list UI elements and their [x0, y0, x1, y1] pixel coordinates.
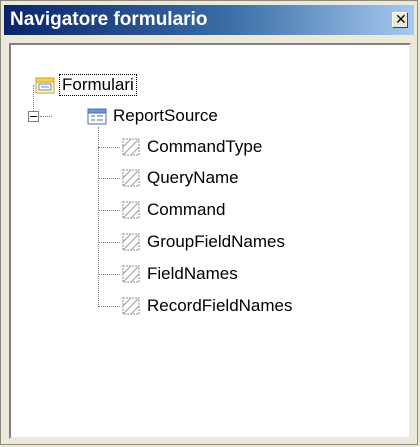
- tree-node-field[interactable]: FieldNames: [121, 260, 238, 288]
- tree-node-root[interactable]: Formulari: [35, 71, 137, 99]
- tree-connector: [40, 116, 52, 117]
- tree-node-field-label: GroupFieldNames: [147, 232, 285, 251]
- tree-connector: [98, 178, 120, 179]
- hidden-control-icon: [122, 265, 140, 283]
- tree-connector: [98, 127, 99, 307]
- tree-node-field-label: FieldNames: [147, 264, 238, 283]
- tree-node-field[interactable]: GroupFieldNames: [121, 228, 285, 256]
- tree-connector: [98, 274, 120, 275]
- window-title: Navigatore formulario: [10, 9, 208, 30]
- tree-node-field-label: CommandType: [147, 137, 263, 156]
- form-navigator-window: Navigatore formulario ✕ Formulari Report…: [0, 0, 418, 445]
- title-bar[interactable]: Navigatore formulario ✕: [4, 5, 414, 35]
- close-button[interactable]: ✕: [392, 12, 408, 28]
- tree-node-field-label: QueryName: [147, 168, 239, 187]
- close-icon: ✕: [395, 12, 407, 28]
- tree-node-field-label: RecordFieldNames: [147, 296, 293, 315]
- tree-node-form-label: ReportSource: [113, 106, 218, 125]
- tree-connector: [98, 147, 120, 148]
- hidden-control-icon: [122, 138, 140, 156]
- collapse-toggle[interactable]: [28, 111, 39, 122]
- tree-node-field-label: Command: [147, 200, 226, 219]
- tree-node-field[interactable]: QueryName: [121, 164, 239, 192]
- form-icon: [87, 108, 107, 125]
- tree-node-form[interactable]: ReportSource: [87, 102, 218, 130]
- navigator-tree[interactable]: Formulari ReportSource CommandType Query…: [9, 43, 411, 439]
- tree-node-field[interactable]: Command: [121, 196, 225, 224]
- tree-node-root-label: Formulari: [59, 74, 137, 96]
- tree-node-field[interactable]: CommandType: [121, 133, 262, 161]
- forms-folder-icon: [35, 77, 55, 94]
- hidden-control-icon: [122, 297, 140, 315]
- hidden-control-icon: [122, 169, 140, 187]
- hidden-control-icon: [122, 233, 140, 251]
- tree-connector: [98, 210, 120, 211]
- tree-node-field[interactable]: RecordFieldNames: [121, 292, 293, 320]
- hidden-control-icon: [122, 201, 140, 219]
- tree-connector: [98, 242, 120, 243]
- tree-connector: [98, 306, 120, 307]
